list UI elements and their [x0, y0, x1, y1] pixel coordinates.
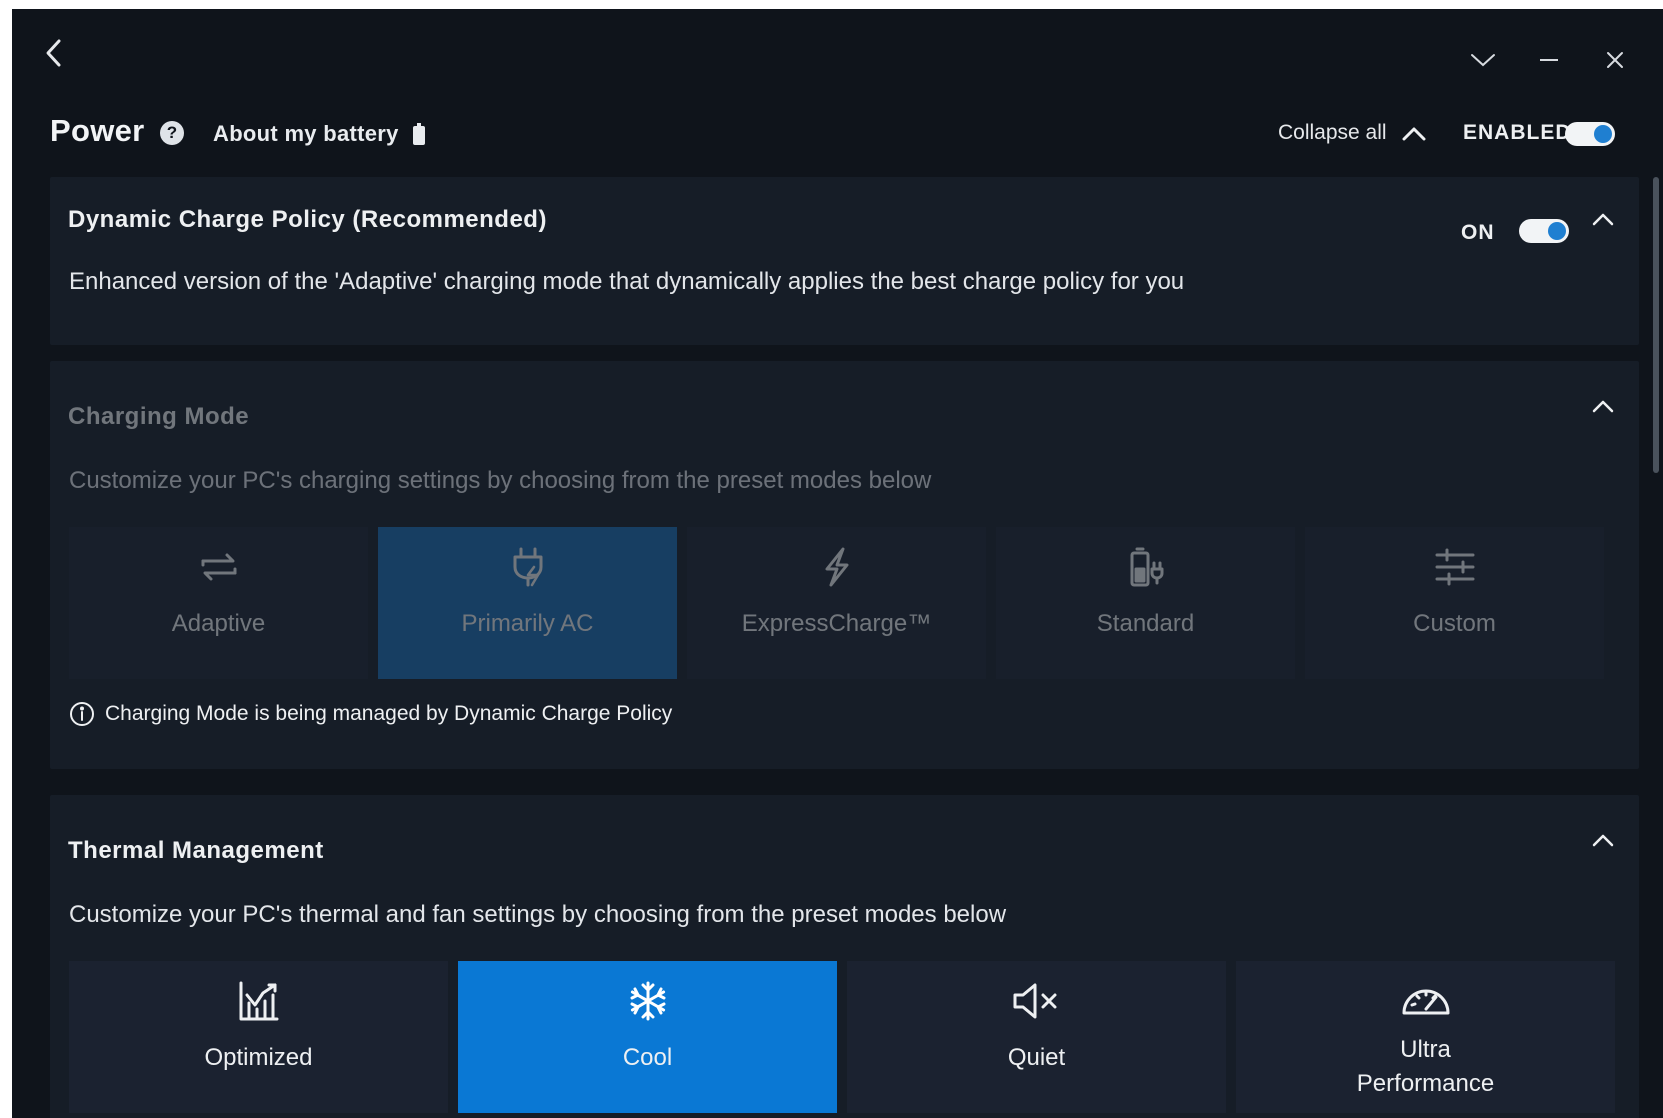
enabled-label: ENABLED [1463, 121, 1572, 144]
battery-plug-icon [1124, 545, 1168, 589]
sliders-icon [1433, 545, 1477, 589]
window-collapse-button[interactable] [1466, 43, 1500, 77]
policy-on-label: ON [1461, 221, 1495, 244]
thermal-mode-options: Optimized Cool Quiet Ultra Performance [69, 961, 1615, 1113]
dynamic-charge-policy-toggle[interactable] [1519, 219, 1569, 243]
mode-label: Optimized [204, 1044, 313, 1071]
charging-mode-description: Customize your PC's charging settings by… [69, 467, 932, 494]
about-my-battery-link[interactable]: About my battery [213, 121, 425, 147]
charging-mode-title: Charging Mode [68, 403, 250, 430]
chevron-up-icon [1592, 213, 1614, 226]
chart-icon [237, 979, 281, 1023]
page-title: Power [50, 113, 145, 148]
dynamic-charge-policy-card: Dynamic Charge Policy (Recommended) ON E… [50, 177, 1639, 345]
snowflake-icon [626, 979, 670, 1023]
mode-label: Ultra Performance [1356, 1036, 1495, 1097]
vertical-scrollbar[interactable] [1653, 177, 1659, 473]
speaker-mute-icon [1011, 979, 1063, 1023]
close-button[interactable] [1598, 43, 1632, 77]
charging-mode-card: Charging Mode Customize your PC's chargi… [50, 361, 1639, 769]
mode-label: Adaptive [171, 610, 266, 637]
charging-mode-custom[interactable]: Custom [1305, 527, 1604, 679]
policy-collapse-button[interactable] [1589, 205, 1617, 233]
thermal-collapse-button[interactable] [1589, 826, 1617, 854]
mode-label: Standard [1096, 610, 1195, 637]
chevron-left-icon [46, 39, 61, 67]
thermal-mode-ultra-performance[interactable]: Ultra Performance [1236, 961, 1615, 1113]
help-icon[interactable]: ? [160, 121, 184, 145]
battery-icon [412, 123, 425, 145]
collapse-all-button[interactable]: Collapse all [1278, 121, 1427, 145]
plug-icon [506, 545, 550, 589]
thermal-mode-optimized[interactable]: Optimized [69, 961, 448, 1113]
charging-mode-options: Adaptive Primarily AC ExpressCharge™ Sta… [69, 527, 1604, 679]
close-icon [1607, 52, 1623, 68]
charging-mode-expresscharge[interactable]: ExpressCharge™ [687, 527, 986, 679]
minimize-button[interactable] [1532, 43, 1566, 77]
charging-mode-standard[interactable]: Standard [996, 527, 1295, 679]
enabled-toggle[interactable] [1565, 122, 1615, 146]
chevron-up-icon [1402, 127, 1426, 141]
speedometer-icon [1400, 979, 1452, 1023]
lightning-icon [815, 545, 859, 589]
managed-note-text: Charging Mode is being managed by Dynami… [105, 702, 673, 725]
charging-mode-managed-note: Charging Mode is being managed by Dynami… [69, 701, 672, 727]
thermal-management-card: Thermal Management Customize your PC's t… [50, 795, 1639, 1118]
charging-mode-collapse-button[interactable] [1589, 392, 1617, 420]
dynamic-charge-policy-description: Enhanced version of the 'Adaptive' charg… [69, 268, 1185, 295]
thermal-mode-quiet[interactable]: Quiet [847, 961, 1226, 1113]
charging-mode-primarily-ac[interactable]: Primarily AC [378, 527, 677, 679]
mode-label: Quiet [1007, 1044, 1066, 1071]
dynamic-charge-policy-title: Dynamic Charge Policy (Recommended) [68, 206, 547, 233]
toggle-knob [1594, 125, 1612, 143]
chevron-down-icon [1471, 54, 1495, 67]
mode-label: Custom [1413, 610, 1496, 637]
back-button[interactable] [36, 35, 72, 71]
mode-label: ExpressCharge™ [741, 610, 932, 637]
charging-mode-adaptive[interactable]: Adaptive [69, 527, 368, 679]
swap-arrows-icon [197, 545, 241, 589]
thermal-management-description: Customize your PC's thermal and fan sett… [69, 901, 1007, 928]
chevron-up-icon [1592, 400, 1614, 413]
chevron-up-icon [1592, 834, 1614, 847]
toggle-knob [1548, 222, 1566, 240]
about-my-battery-label: About my battery [213, 121, 399, 146]
collapse-all-label: Collapse all [1278, 121, 1387, 144]
minimize-icon [1540, 59, 1558, 61]
power-settings-window: Power ? About my battery Collapse all EN… [12, 9, 1663, 1118]
mode-label: Cool [622, 1044, 673, 1071]
info-icon [70, 702, 94, 726]
mode-label: Primarily AC [461, 610, 594, 637]
page-header: Power ? About my battery Collapse all EN… [50, 109, 1650, 157]
thermal-management-title: Thermal Management [68, 837, 324, 864]
thermal-mode-cool[interactable]: Cool [458, 961, 837, 1113]
